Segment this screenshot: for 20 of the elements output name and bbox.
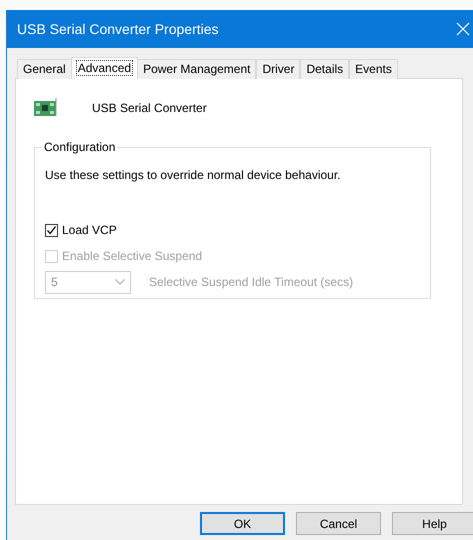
- dialog-button[interactable]: OK: [200, 512, 285, 535]
- tab[interactable]: Advanced: [70, 57, 138, 79]
- close-icon[interactable]: [456, 22, 470, 36]
- checkbox[interactable]: [45, 224, 58, 236]
- circuit-board-icon: [34, 98, 58, 118]
- timeout-label: Selective Suspend Idle Timeout (secs): [149, 275, 354, 289]
- checkbox-label: Load VCP: [62, 223, 117, 237]
- description-text: Use these settings to override normal device behaviour.: [45, 168, 342, 182]
- chevron-down-icon: [115, 279, 125, 285]
- tab[interactable]: Power Management: [137, 59, 256, 79]
- tab[interactable]: Driver: [256, 59, 300, 79]
- checkbox-label: Enable Selective Suspend: [62, 249, 202, 263]
- tab[interactable]: Details: [300, 59, 350, 79]
- window-title: USB Serial Converter Properties: [17, 21, 219, 37]
- device-name: USB Serial Converter: [92, 101, 207, 115]
- dialog-button[interactable]: Cancel: [296, 512, 381, 535]
- dialog-button[interactable]: Help: [392, 512, 473, 535]
- tab[interactable]: Events: [349, 59, 398, 79]
- group-title: Configuration: [42, 140, 118, 154]
- tab[interactable]: General: [17, 59, 72, 79]
